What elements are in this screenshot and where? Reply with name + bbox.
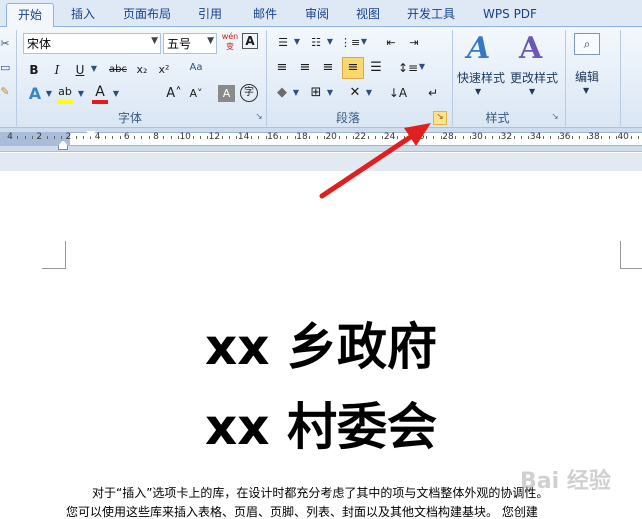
red-arrow-annotation [319, 123, 431, 199]
